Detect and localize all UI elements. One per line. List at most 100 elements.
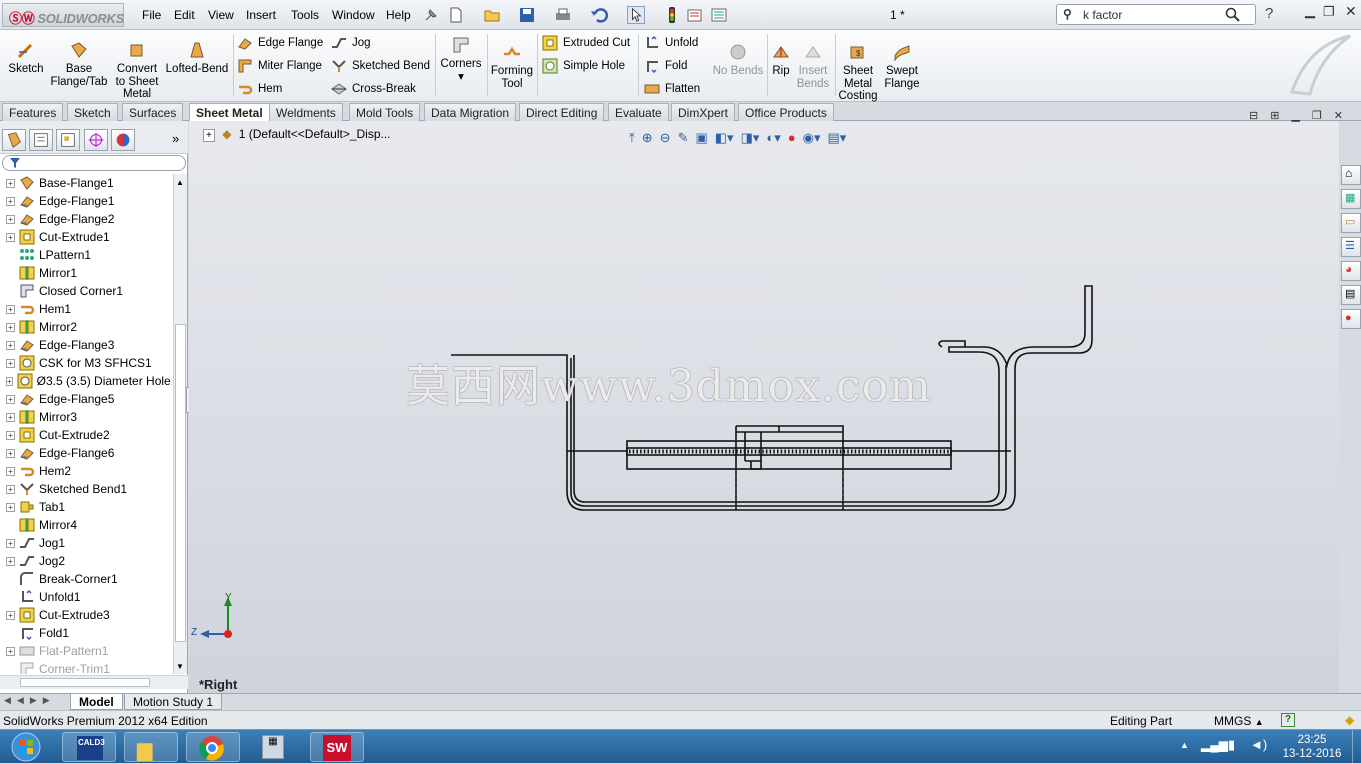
tab-surfaces[interactable]: Surfaces [122,103,184,121]
tab-direct-editing[interactable]: Direct Editing [519,103,605,121]
sheet-metal-costing-button[interactable]: $ Sheet Metal Costing [838,42,878,103]
dimxpert-manager-tab-icon[interactable] [84,129,108,151]
taskbar-cald3-button[interactable]: CALD3 [62,732,116,762]
tab-dimxpert[interactable]: DimXpert [671,103,736,121]
view-palette-icon[interactable]: ☰ [1341,237,1361,257]
feature-tree-item[interactable]: + Jog2 [0,552,172,570]
jog-button[interactable]: Jog [331,35,371,51]
feature-tree-item[interactable]: LPattern1 [0,246,172,264]
feature-tree-item[interactable]: + Hem2 [0,462,172,480]
feature-tree-item[interactable]: + Edge-Flange1 [0,192,172,210]
feature-tree-item[interactable]: + Tab1 [0,498,172,516]
scroll-down-arrow-icon[interactable]: ▼ [176,662,184,671]
tag-icon[interactable]: ◆ [1345,713,1354,727]
expand-plus-icon[interactable]: + [6,178,15,188]
design-library-icon[interactable]: ▦ [1341,189,1361,209]
hem-button[interactable]: Hem [237,81,282,97]
taskbar-calculator-button[interactable]: ▦ [248,732,302,762]
feature-tree-item[interactable]: Mirror1 [0,264,172,282]
menu-window[interactable]: Window [332,8,375,22]
tab-model[interactable]: Model [70,694,123,710]
expand-plus-icon[interactable]: + [6,394,15,404]
menu-view[interactable]: View [208,8,234,22]
menu-tools[interactable]: Tools [291,8,319,22]
edge-flange-button[interactable]: Edge Flange [237,35,323,51]
expand-plus-icon[interactable]: + [6,376,13,386]
dropdown-arrow-icon[interactable]: ▾ [458,71,464,83]
solidworks-logo[interactable]: ⓈⓌ SOLIDWORKS [2,3,124,27]
file-properties-icon[interactable] [686,6,704,24]
rebuild-status-icon[interactable]: ? [1281,713,1295,727]
network-signal-icon[interactable]: ▂▄▆ [1201,738,1228,752]
rebuild-traffic-light-icon[interactable] [663,6,681,24]
pin-icon[interactable] [422,6,440,24]
solidworks-forum-icon[interactable]: ● [1341,309,1361,329]
expand-plus-icon[interactable]: + [6,646,15,656]
taskbar-chrome-button[interactable] [186,732,240,762]
expand-plus-icon[interactable]: + [6,556,15,566]
close-window-icon[interactable]: ✕ [1345,3,1357,20]
feature-tree-item[interactable]: + Sketched Bend1 [0,480,172,498]
expand-panel-chevron-icon[interactable]: » [172,131,179,146]
tab-sheet-metal[interactable]: Sheet Metal [189,103,270,122]
search-input[interactable]: ⚲ k factor [1056,4,1256,25]
expand-plus-icon[interactable]: + [6,448,15,458]
menu-insert[interactable]: Insert [246,8,276,22]
miter-flange-button[interactable]: Miter Flange [237,58,322,74]
configuration-manager-tab-icon[interactable] [56,129,80,151]
corners-button[interactable]: Corners ▾ [439,35,483,83]
feature-tree-item[interactable]: + Cut-Extrude1 [0,228,172,246]
menu-help[interactable]: Help [386,8,411,22]
feature-tree-item[interactable]: Unfold1 [0,588,172,606]
feature-tree-item[interactable]: Closed Corner1 [0,282,172,300]
expand-plus-icon[interactable]: + [6,232,15,242]
scrollbar-thumb[interactable] [175,324,186,642]
tab-weldments[interactable]: Weldments [269,103,343,121]
windows-start-icon[interactable] [6,731,46,763]
expand-plus-icon[interactable]: + [6,466,15,476]
volume-icon[interactable]: ◄) [1250,737,1267,752]
menu-file[interactable]: File [142,8,161,22]
feature-tree-item[interactable]: + Cut-Extrude3 [0,606,172,624]
unfold-button[interactable]: Unfold [644,35,698,51]
feature-tree-item[interactable]: Mirror4 [0,516,172,534]
open-folder-icon[interactable] [483,6,501,24]
expand-plus-icon[interactable]: + [6,196,15,206]
restore-window-icon[interactable]: ❐ [1323,4,1335,20]
taskbar-solidworks-button[interactable]: SW [310,732,364,762]
sketch-button[interactable]: Sketch [4,40,48,76]
feature-tree-item[interactable]: + Edge-Flange6 [0,444,172,462]
display-manager-tab-icon[interactable] [111,129,135,151]
save-icon[interactable] [518,6,536,24]
tab-scroll-arrows-icon[interactable]: ◀◀▶▶ [4,695,56,706]
feature-tree-item[interactable]: + CSK for M3 SFHCS1 [0,354,172,372]
expand-plus-icon[interactable]: + [6,340,15,350]
help-question-icon[interactable]: ? [1265,5,1273,22]
feature-tree-item[interactable]: + Cut-Extrude2 [0,426,172,444]
no-bends-button[interactable]: No Bends [712,42,764,78]
solidworks-resources-icon[interactable]: ⌂ [1341,165,1361,185]
feature-tree-item[interactable]: + Edge-Flange5 [0,390,172,408]
feature-tree-item[interactable]: + Mirror2 [0,318,172,336]
options-icon[interactable] [710,6,728,24]
taskbar-explorer-button[interactable]: ▆ [124,732,178,762]
expand-plus-icon[interactable]: + [6,322,15,332]
feature-tree-item[interactable]: + Jog1 [0,534,172,552]
feature-tree-item[interactable]: Break-Corner1 [0,570,172,588]
appearances-scenes-icon[interactable]: ◕ [1341,261,1361,281]
feature-tree-tab-icon[interactable] [2,129,26,151]
feature-tree-vertical-scrollbar[interactable]: ▲ ▼ [173,174,187,674]
file-explorer-icon[interactable]: ▭ [1341,213,1361,233]
feature-filter-input[interactable] [2,155,186,171]
base-flange-button[interactable]: Base Flange/Tab [48,40,110,88]
custom-properties-icon[interactable]: ▤ [1341,285,1361,305]
cross-break-button[interactable]: Cross-Break [331,81,416,97]
new-document-icon[interactable] [447,6,465,24]
expand-plus-icon[interactable]: + [6,430,15,440]
convert-to-sheet-metal-button[interactable]: Convert to Sheet Metal [112,40,162,101]
insert-bends-button[interactable]: Insert Bends [795,42,831,90]
expand-plus-icon[interactable]: + [6,412,15,422]
tab-data-migration[interactable]: Data Migration [424,103,517,121]
expand-plus-icon[interactable]: + [6,502,15,512]
tab-mold-tools[interactable]: Mold Tools [349,103,421,121]
